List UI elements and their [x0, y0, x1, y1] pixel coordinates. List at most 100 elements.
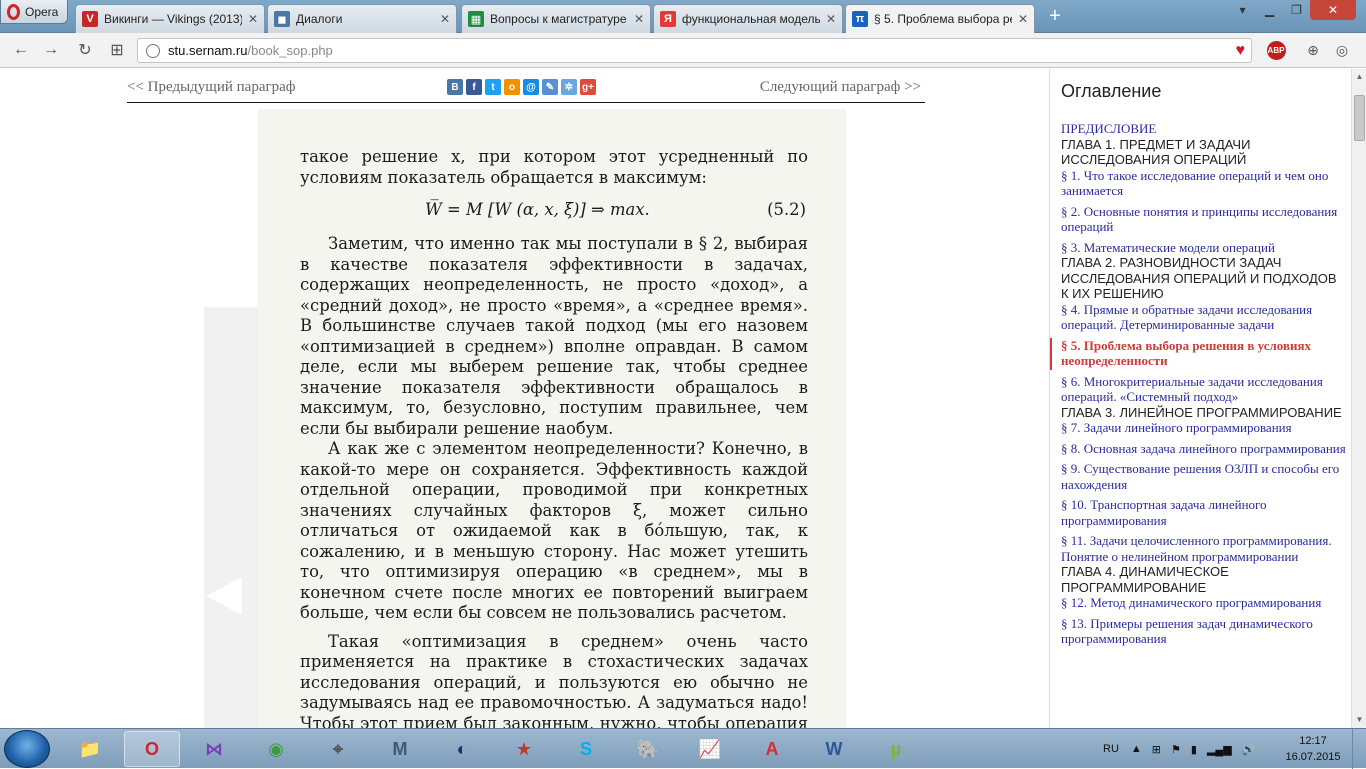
browser-tab[interactable]: ▦ Вопросы к магистратуре ✕: [461, 4, 651, 33]
tab-close-icon[interactable]: ✕: [634, 12, 644, 26]
clock[interactable]: 12:17 16.07.2015: [1282, 733, 1344, 765]
reload-icon[interactable]: ↻: [74, 39, 96, 61]
share-button[interactable]: g+: [580, 79, 596, 95]
speed-dial-grid-icon[interactable]: ⊞: [106, 39, 128, 61]
star-app-icon[interactable]: ★: [496, 731, 552, 767]
tab-favicon-icon: ▦: [468, 11, 484, 27]
m-app-icon[interactable]: M: [372, 731, 428, 767]
new-tab-button[interactable]: +: [1045, 6, 1065, 27]
word-icon[interactable]: W: [806, 731, 862, 767]
formula-text: W̅ = M [W (α, x, ξ)] ⇒ max.: [425, 200, 650, 219]
tab-favicon-icon: π: [852, 11, 868, 27]
toc-link[interactable]: § 5. Проблема выбора решения в условиях …: [1050, 337, 1347, 370]
share-button[interactable]: f: [466, 79, 482, 95]
toc-link[interactable]: § 13. Примеры решения задач динамическог…: [1061, 616, 1347, 647]
back-arrow-icon[interactable]: ←: [10, 39, 32, 61]
scroll-down-icon[interactable]: ▼: [1352, 712, 1366, 728]
power-icon[interactable]: ▮: [1191, 743, 1197, 756]
chart-app-icon[interactable]: 📈: [682, 731, 738, 767]
share-button[interactable]: ✲: [561, 79, 577, 95]
explorer-icon[interactable]: 📁: [62, 731, 118, 767]
toc-link[interactable]: § 9. Существование решения ОЗЛП и способ…: [1061, 461, 1347, 492]
formula-number: (5.2): [767, 200, 806, 219]
opera-menu-label: Opera: [25, 4, 59, 19]
page-scrollbar[interactable]: ▲ ▼: [1351, 69, 1366, 728]
toc-link[interactable]: § 3. Математические модели операций: [1061, 240, 1347, 256]
download-icon[interactable]: ⊕: [1302, 39, 1324, 61]
menu-chevron-icon[interactable]: ▾: [1229, 0, 1256, 20]
start-button[interactable]: [4, 730, 50, 768]
toc-link[interactable]: § 4. Прямые и обратные задачи исследован…: [1061, 302, 1347, 333]
share-button[interactable]: ✎: [542, 79, 558, 95]
tab-favicon-icon: Я: [660, 11, 676, 27]
page-content: << Предыдущий параграф Вf t o @ ✎ ✲ g+ Следующ…: [0, 69, 1366, 728]
flag-icon[interactable]: ⚑: [1171, 743, 1181, 756]
browser-tab[interactable]: V Викинги — Vikings (2013) ✕: [75, 4, 265, 33]
tray-expand-icon[interactable]: ▲: [1131, 743, 1142, 755]
tab-title: Викинги — Vikings (2013): [104, 12, 242, 26]
browser-tab[interactable]: π § 5. Проблема выбора ре ✕: [845, 4, 1035, 33]
share-button[interactable]: o: [504, 79, 520, 95]
toc-chapter: ГЛАВА 2. РАЗНОВИДНОСТИ ЗАДАЧ ИССЛЕДОВАНИ…: [1061, 255, 1337, 301]
opera-turbo-icon[interactable]: ◎: [1331, 39, 1353, 61]
toc-link[interactable]: § 12. Метод динамического программирован…: [1061, 595, 1347, 611]
toc-link[interactable]: § 2. Основные понятия и принципы исследо…: [1061, 204, 1347, 235]
bookmark-heart-icon[interactable]: ♥: [1236, 42, 1246, 60]
address-toolbar: ← → ↻ ⊞ stu.sernam.ru/book_sop.php ♥ ABP…: [0, 33, 1366, 68]
scrollbar-thumb[interactable]: [1354, 95, 1365, 141]
opera-menu-button[interactable]: Opera: [0, 0, 68, 24]
next-paragraph-link[interactable]: Следующий параграф >>: [760, 79, 921, 96]
language-indicator[interactable]: RU: [1103, 743, 1119, 755]
clock-date: 16.07.2015: [1285, 751, 1341, 763]
toc-link[interactable]: § 10. Транспортная задача линейного прог…: [1061, 497, 1347, 528]
browser-tab[interactable]: ◼ Диалоги ✕: [267, 4, 457, 33]
toc-link[interactable]: § 7. Задачи линейного программирования: [1061, 420, 1347, 436]
share-button[interactable]: @: [523, 79, 539, 95]
tab-close-icon[interactable]: ✕: [248, 12, 258, 26]
postgres-icon[interactable]: 🐘: [620, 731, 676, 767]
share-button[interactable]: В: [447, 79, 463, 95]
scroll-up-icon[interactable]: ▲: [1352, 69, 1366, 85]
tab-title: § 5. Проблема выбора ре: [874, 12, 1012, 26]
forward-arrow-icon[interactable]: →: [40, 39, 62, 61]
tab-close-icon[interactable]: ✕: [826, 12, 836, 26]
toc-link[interactable]: § 1. Что такое исследование операций и ч…: [1061, 168, 1347, 199]
toc-link[interactable]: § 8. Основная задача линейного программи…: [1061, 441, 1347, 457]
volume-icon[interactable]: 🔊: [1242, 743, 1256, 756]
show-desktop-button[interactable]: [1352, 729, 1366, 769]
windows-flag-icon[interactable]: ⊞: [1152, 743, 1161, 756]
previous-page-panel[interactable]: [204, 307, 258, 728]
visual-studio-icon[interactable]: ⋈: [186, 731, 242, 767]
network-icon[interactable]: ⌖: [310, 731, 366, 767]
eclipse-icon[interactable]: ◐: [434, 731, 490, 767]
toc-link[interactable]: § 11. Задачи целочисленного программиров…: [1061, 533, 1347, 564]
clock-time: 12:17: [1299, 735, 1327, 747]
address-bar[interactable]: stu.sernam.ru/book_sop.php ♥: [137, 38, 1252, 63]
opera-icon[interactable]: O: [124, 731, 180, 767]
chrome-icon[interactable]: ◉: [248, 731, 304, 767]
book-paragraph: А как же с элементом неопределенности? К…: [300, 439, 808, 622]
toc-link[interactable]: ПРЕДИСЛОВИЕ: [1061, 121, 1347, 137]
browser-tab[interactable]: Яфункциональная модель ✕: [653, 4, 843, 33]
toc-list: ПРЕДИСЛОВИЕ ГЛАВА 1. ПРЕДМЕТ И ЗАДАЧИ ИСС…: [1050, 121, 1347, 652]
adblock-icon[interactable]: ABP: [1265, 39, 1287, 61]
previous-paragraph-link[interactable]: << Предыдущий параграф: [127, 79, 296, 96]
toc-title: Оглавление: [1061, 81, 1162, 101]
book-paragraph: Такая «оптимизация в среднем» очень част…: [300, 631, 808, 729]
formula-5-2: W̅ = M [W (α, x, ξ)] ⇒ max. (5.2): [300, 200, 808, 222]
minimize-icon[interactable]: ▁: [1256, 0, 1283, 20]
pdf-icon[interactable]: A: [744, 731, 800, 767]
windows-taskbar: 📁 O ⋈ ◉ ⌖ M ◐ ★ S 🐘 📈 A Wµ RU ▲ ⊞ ⚑ ▮ ▂▄▆ 🔊 12:17 16…: [0, 728, 1366, 769]
share-button[interactable]: t: [485, 79, 501, 95]
paragraph-navigation: << Предыдущий параграф Вf t o @ ✎ ✲ g+ Следующ…: [127, 79, 925, 103]
skype-icon[interactable]: S: [558, 731, 614, 767]
toc-chapter: ГЛАВА 4. ДИНАМИЧЕСКОЕ ПРОГРАММИРОВАНИЕ: [1061, 564, 1229, 595]
toc-link[interactable]: § 6. Многокритериальные задачи исследова…: [1061, 374, 1347, 405]
tab-close-icon[interactable]: ✕: [440, 12, 450, 26]
tab-close-icon[interactable]: ✕: [1018, 12, 1028, 26]
utorrent-icon[interactable]: µ: [868, 731, 924, 767]
signal-icon[interactable]: ▂▄▆: [1207, 743, 1232, 756]
previous-page-arrow-icon[interactable]: [206, 577, 242, 615]
close-window-icon[interactable]: ✕: [1310, 0, 1356, 20]
maximize-icon[interactable]: ❐: [1283, 0, 1310, 20]
